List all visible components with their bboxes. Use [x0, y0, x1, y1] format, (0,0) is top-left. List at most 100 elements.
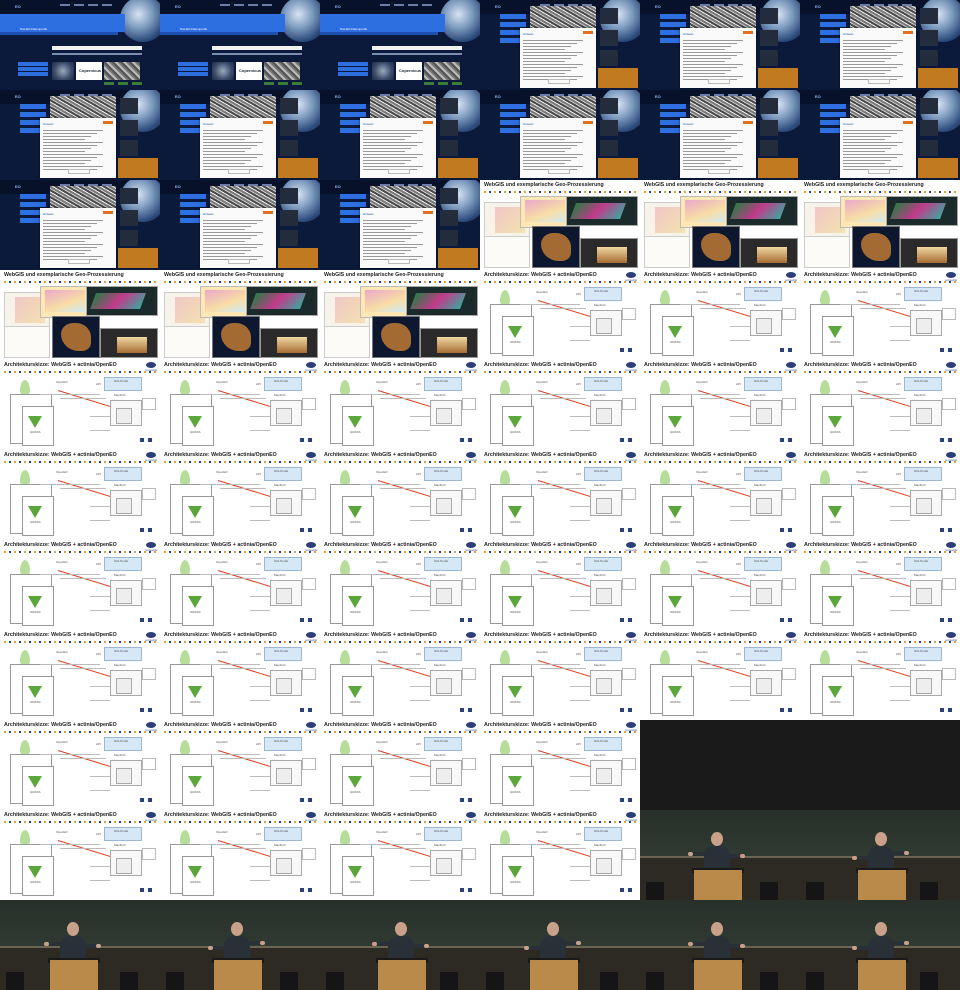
info-dialog[interactable]: Hinweis — [840, 28, 916, 88]
dialog-close-button[interactable] — [423, 211, 433, 214]
eo-logo[interactable]: EO — [814, 3, 821, 10]
dialog-close-button[interactable] — [903, 31, 913, 34]
video-frame-thumbnail[interactable]: Architekturskizze: WebGIS + actinia/Open… — [480, 450, 640, 540]
eo-search-input[interactable] — [52, 46, 142, 50]
eo-nav-item[interactable] — [102, 4, 112, 6]
eo-side-thumbnail[interactable] — [280, 210, 298, 226]
video-frame-thumbnail[interactable]: Architekturskizze: WebGIS + actinia/Open… — [320, 540, 480, 630]
eo-sidebar-item[interactable] — [20, 202, 46, 207]
video-frame-thumbnail[interactable]: EO Hinweis — [160, 90, 320, 180]
eo-search-input[interactable] — [372, 46, 462, 50]
video-frame-thumbnail[interactable]: Architekturskizze: WebGIS + actinia/Open… — [160, 360, 320, 450]
eo-nav-item[interactable] — [408, 4, 418, 6]
dialog-confirm-button[interactable] — [228, 169, 250, 174]
eo-sidebar-item[interactable] — [18, 72, 48, 76]
eo-side-thumbnail[interactable] — [440, 210, 458, 226]
video-frame-thumbnail[interactable]: Architekturskizze: WebGIS + actinia/Open… — [0, 720, 160, 810]
eo-side-thumbnail[interactable] — [920, 120, 938, 136]
eo-nav-item[interactable] — [220, 4, 230, 6]
video-frame-thumbnail[interactable]: Architekturskizze: WebGIS + actinia/Open… — [160, 720, 320, 810]
eo-nav-item[interactable] — [394, 4, 404, 6]
video-frame-thumbnail[interactable]: Architekturskizze: WebGIS + actinia/Open… — [320, 450, 480, 540]
eo-partner-logo-card[interactable]: Copernicus — [76, 62, 102, 80]
eo-sidebar-item[interactable] — [500, 14, 526, 19]
video-frame-thumbnail[interactable]: Architekturskizze: WebGIS + actinia/Open… — [800, 360, 960, 450]
video-frame-thumbnail[interactable]: Architekturskizze: WebGIS + actinia/Open… — [800, 270, 960, 360]
eo-side-thumbnail[interactable] — [120, 210, 138, 226]
video-frame-thumbnail[interactable]: Architekturskizze: WebGIS + actinia/Open… — [480, 720, 640, 810]
video-frame-thumbnail[interactable]: EO Hinweis — [0, 180, 160, 270]
eo-sidebar-item[interactable] — [500, 112, 526, 117]
dialog-close-button[interactable] — [103, 121, 113, 124]
video-frame-thumbnail[interactable]: EO Hinweis — [640, 0, 800, 90]
eo-sidebar-item[interactable] — [340, 112, 366, 117]
video-frame-thumbnail[interactable] — [160, 900, 320, 990]
dialog-close-button[interactable] — [743, 121, 753, 124]
video-frame-thumbnail[interactable]: Architekturskizze: WebGIS + actinia/Open… — [0, 810, 160, 900]
video-frame-thumbnail[interactable]: EO Hinweis — [160, 180, 320, 270]
video-frame-thumbnail[interactable]: Architekturskizze: WebGIS + actinia/Open… — [160, 810, 320, 900]
video-frame-thumbnail[interactable]: Architekturskizze: WebGIS + actinia/Open… — [320, 810, 480, 900]
dialog-confirm-button[interactable] — [708, 79, 730, 84]
eo-filter-row[interactable] — [52, 53, 142, 55]
eo-side-thumbnail[interactable] — [120, 98, 138, 114]
video-frame-thumbnail[interactable]: Architekturskizze: WebGIS + actinia/Open… — [480, 360, 640, 450]
video-frame-thumbnail[interactable] — [0, 900, 160, 990]
eo-sidebar-item[interactable] — [338, 72, 368, 76]
video-frame-thumbnail[interactable]: EO Hinweis — [320, 180, 480, 270]
eo-pattern-thumbnail[interactable] — [424, 62, 460, 80]
eo-nav-item[interactable] — [248, 4, 258, 6]
video-frame-thumbnail[interactable]: Architekturskizze: WebGIS + actinia/Open… — [160, 630, 320, 720]
info-dialog[interactable]: Hinweis — [680, 28, 756, 88]
eo-logo[interactable]: EO — [494, 3, 501, 10]
eo-side-thumbnail[interactable] — [440, 188, 458, 204]
eo-sidebar-item[interactable] — [338, 62, 368, 66]
dialog-confirm-button[interactable] — [68, 259, 90, 264]
eo-sidebar-item[interactable] — [18, 62, 48, 66]
video-frame-thumbnail[interactable]: WebGIS und exemplarische Geo-Prozessieru… — [320, 270, 480, 360]
eo-satellite-thumbnail[interactable] — [52, 62, 74, 80]
eo-sidebar-item[interactable] — [20, 112, 46, 117]
eo-side-thumbnail[interactable] — [440, 120, 458, 136]
video-frame-thumbnail[interactable]: Architekturskizze: WebGIS + actinia/Open… — [0, 630, 160, 720]
video-frame-thumbnail[interactable]: EO Das EO-Datenportal Copernicus — [0, 0, 160, 90]
video-frame-thumbnail[interactable]: Architekturskizze: WebGIS + actinia/Open… — [640, 540, 800, 630]
video-frame-thumbnail[interactable]: EO Hinweis — [800, 90, 960, 180]
dialog-confirm-button[interactable] — [228, 259, 250, 264]
video-frame-thumbnail[interactable]: Architekturskizze: WebGIS + actinia/Open… — [320, 360, 480, 450]
video-frame-thumbnail[interactable]: EO Hinweis — [480, 0, 640, 90]
info-dialog[interactable]: Hinweis — [360, 208, 436, 268]
video-frame-thumbnail[interactable]: WebGIS und exemplarische Geo-Prozessieru… — [800, 180, 960, 270]
video-frame-thumbnail[interactable]: EO Hinweis — [640, 90, 800, 180]
dialog-close-button[interactable] — [583, 121, 593, 124]
dialog-close-button[interactable] — [263, 211, 273, 214]
eo-side-thumbnail[interactable] — [440, 98, 458, 114]
eo-partner-logo-card[interactable]: Copernicus — [236, 62, 262, 80]
eo-filter-row[interactable] — [212, 53, 302, 55]
video-frame-thumbnail[interactable]: WebGIS und exemplarische Geo-Prozessieru… — [160, 270, 320, 360]
eo-sidebar-item[interactable] — [180, 104, 206, 109]
video-frame-thumbnail[interactable] — [320, 900, 480, 990]
eo-logo[interactable]: EO — [174, 183, 181, 190]
video-frame-thumbnail[interactable]: Architekturskizze: WebGIS + actinia/Open… — [640, 360, 800, 450]
eo-sidebar-item[interactable] — [180, 112, 206, 117]
info-dialog[interactable]: Hinweis — [840, 118, 916, 178]
eo-side-thumbnail[interactable] — [760, 8, 778, 24]
eo-sidebar-item[interactable] — [820, 22, 846, 27]
eo-side-thumbnail[interactable] — [600, 140, 618, 156]
dialog-close-button[interactable] — [743, 31, 753, 34]
eo-side-thumbnail[interactable] — [920, 50, 938, 66]
eo-sidebar-item[interactable] — [820, 104, 846, 109]
dialog-confirm-button[interactable] — [388, 169, 410, 174]
video-frame-thumbnail[interactable]: Architekturskizze: WebGIS + actinia/Open… — [800, 540, 960, 630]
dialog-confirm-button[interactable] — [868, 169, 890, 174]
video-frame-thumbnail[interactable] — [800, 900, 960, 990]
eo-side-thumbnail[interactable] — [280, 230, 298, 246]
video-frame-thumbnail[interactable]: Architekturskizze: WebGIS + actinia/Open… — [480, 630, 640, 720]
eo-side-thumbnail[interactable] — [600, 50, 618, 66]
info-dialog[interactable]: Hinweis — [680, 118, 756, 178]
video-frame-thumbnail[interactable]: Architekturskizze: WebGIS + actinia/Open… — [0, 360, 160, 450]
eo-sidebar-item[interactable] — [20, 194, 46, 199]
video-frame-thumbnail[interactable]: Architekturskizze: WebGIS + actinia/Open… — [640, 630, 800, 720]
video-frame-thumbnail[interactable]: Architekturskizze: WebGIS + actinia/Open… — [800, 450, 960, 540]
